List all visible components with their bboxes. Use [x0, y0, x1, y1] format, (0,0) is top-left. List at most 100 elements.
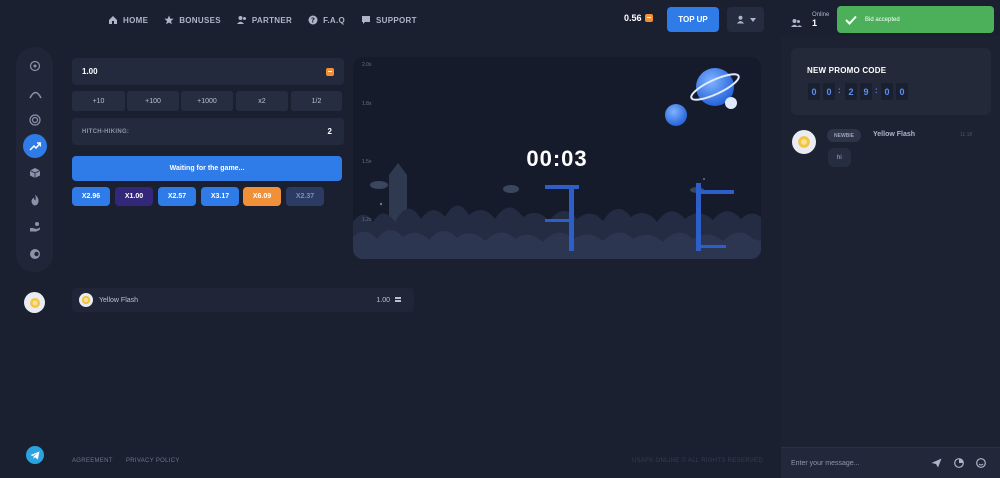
hitch-hiking-field[interactable]: HITCH-HIKING: 2: [72, 118, 344, 145]
promo-colon: :: [875, 86, 878, 95]
chat-message: hi: [828, 148, 851, 167]
send-icon[interactable]: [931, 458, 942, 468]
sidebar-item-toggle[interactable]: [23, 242, 47, 266]
promo-code-card: NEW PROMO CODE 0 0 : 2 9 : 0 0: [791, 48, 991, 115]
toggle-icon: [30, 249, 40, 259]
chat-timestamp: 11:18: [960, 132, 973, 138]
promo-title: NEW PROMO CODE: [807, 66, 887, 75]
users-online-icon: [791, 19, 802, 27]
nav-home-label: HOME: [123, 15, 149, 25]
history-badge: X2.37: [286, 187, 324, 206]
coin-icon: [644, 14, 653, 22]
avatar[interactable]: [792, 130, 816, 154]
users-icon: [236, 16, 246, 24]
promo-digit: 0: [881, 83, 893, 100]
bet-amount-input[interactable]: 1.00: [72, 58, 344, 85]
user-icon: [736, 15, 744, 24]
online-counter: Online 1: [791, 12, 829, 28]
nav-home[interactable]: HOME: [108, 15, 148, 25]
coin-icon: [326, 68, 334, 76]
home-icon: [109, 16, 117, 24]
nav-support-label: SUPPORT: [376, 15, 417, 25]
game-canvas: 2.0x 1.8x 1.5x 1.2x 00:03: [353, 57, 761, 259]
bet-row-amount-value: 1.00: [376, 296, 390, 304]
axis-label: 1.8x: [362, 101, 372, 107]
avatar[interactable]: [24, 292, 45, 313]
nav-faq-label: F.A.Q: [323, 15, 346, 25]
trending-up-icon: [29, 141, 41, 151]
nav-partner-label: PARTNER: [251, 15, 293, 25]
chevron-down-icon: [749, 17, 756, 22]
chat-input-placeholder: Enter your message...: [791, 459, 860, 467]
avatar-icon: [29, 297, 40, 308]
nav-partner[interactable]: PARTNER: [236, 15, 293, 25]
nav-support[interactable]: SUPPORT: [361, 15, 417, 25]
chat-input[interactable]: Enter your message...: [781, 447, 1000, 478]
axis-label: 1.2x: [362, 217, 372, 223]
top-up-button[interactable]: TOP UP: [667, 7, 719, 32]
add-1000-button[interactable]: +1000: [181, 91, 233, 111]
rank-badge: NEWBIE: [827, 129, 861, 142]
telegram-icon: [30, 451, 40, 459]
star-icon: [164, 15, 174, 25]
svg-text:?: ?: [311, 17, 315, 25]
bet-amount-value: 1.00: [82, 67, 98, 76]
sidebar-item-wheel[interactable]: [23, 108, 47, 132]
avatar-icon: [81, 295, 91, 305]
history-badge: X3.17: [201, 187, 239, 206]
balance-display: 0.56: [624, 13, 653, 23]
chat-username[interactable]: Yellow Flash: [873, 131, 915, 138]
hitch-hiking-label: HITCH-HIKING:: [82, 128, 130, 135]
history-badge: X2.57: [158, 187, 196, 206]
user-menu-button[interactable]: [727, 7, 764, 32]
main-nav: HOME BONUSES PARTNER ? F.A.Q SUPPORT: [108, 12, 433, 28]
privacy-policy-link[interactable]: PRIVACY POLICY: [126, 458, 180, 464]
target-icon: [29, 60, 41, 72]
sidebar-item-target[interactable]: [23, 54, 47, 78]
promo-digit: 0: [823, 83, 835, 100]
sidebar-item-fire[interactable]: [23, 188, 47, 212]
avatar-icon: [798, 136, 810, 148]
half-button[interactable]: 1/2: [291, 91, 342, 111]
promo-colon: :: [838, 86, 841, 95]
balance-value: 0.56: [624, 13, 642, 23]
promo-digit: 2: [845, 83, 857, 100]
sticker-icon[interactable]: [954, 458, 964, 468]
hitch-hiking-value: 2: [327, 127, 332, 136]
nav-bonuses[interactable]: BONUSES: [164, 15, 221, 25]
question-icon: ?: [308, 15, 318, 25]
online-count: 1: [812, 18, 818, 28]
planet-large: [690, 68, 740, 109]
axis-label: 2.0x: [362, 62, 372, 68]
history-badge: X1.00: [115, 187, 153, 206]
copyright-text: USAFK.ONLINE © ALL RIGHTS RESERVED: [632, 458, 763, 464]
bet-row: Yellow Flash 1.00: [72, 288, 414, 312]
hand-coin-icon: [30, 222, 40, 232]
waiting-button[interactable]: Waiting for the game...: [72, 156, 342, 181]
wheel-icon: [29, 114, 41, 126]
agreement-link[interactable]: AGREEMENT: [72, 458, 113, 464]
emoji-icon[interactable]: [976, 458, 986, 468]
bet-row-amount: 1.00: [376, 296, 402, 304]
fire-icon: [31, 194, 39, 206]
countdown-timer: 00:03: [526, 146, 588, 171]
avatar: [79, 293, 93, 307]
promo-digit: 0: [808, 83, 820, 100]
double-button[interactable]: x2: [236, 91, 288, 111]
cube-icon: [29, 168, 41, 178]
nav-faq[interactable]: ? F.A.Q: [308, 15, 345, 25]
chat-icon: [362, 16, 371, 24]
sidebar-item-cube[interactable]: [23, 161, 47, 185]
nav-bonuses-label: BONUSES: [179, 15, 221, 25]
sidebar-item-arc[interactable]: [23, 82, 47, 106]
history-badge: X2.96: [72, 187, 110, 206]
planet-small: [665, 104, 687, 126]
add-10-button[interactable]: +10: [72, 91, 125, 111]
telegram-button[interactable]: [26, 446, 44, 464]
arc-icon: [28, 91, 42, 99]
add-100-button[interactable]: +100: [127, 91, 179, 111]
sidebar-item-hand[interactable]: [23, 215, 47, 239]
sidebar-item-crash[interactable]: [23, 134, 47, 158]
toast-notification: Bid accepted: [837, 6, 994, 33]
promo-digit: 9: [860, 83, 872, 100]
